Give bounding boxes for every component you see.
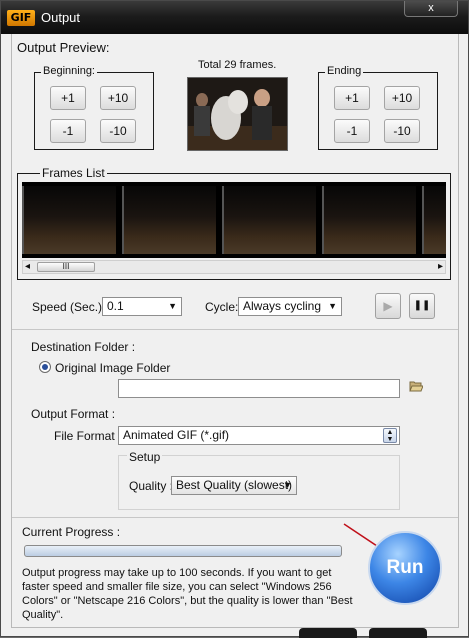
frame-thumbnail[interactable] — [122, 186, 216, 254]
quality-select[interactable]: Best Quality (slowest) ▼ — [171, 476, 297, 495]
pause-icon: ❚❚ — [413, 300, 431, 311]
output-window: GIF Output x Output Preview: Beginning: … — [0, 0, 469, 638]
play-icon: ▶ — [383, 299, 393, 313]
output-preview-heading: Output Preview: — [17, 40, 110, 55]
folder-icon-graphic — [409, 381, 424, 392]
destination-heading: Destination Folder : — [31, 340, 136, 354]
beginning-minus10-button[interactable]: -10 — [100, 119, 136, 143]
preview-image — [187, 77, 288, 151]
beginning-group: Beginning: +1 +10 -1 -10 — [34, 65, 154, 150]
main-panel: Output Preview: Beginning: +1 +10 -1 -10… — [11, 34, 459, 628]
pause-button[interactable]: ❚❚ — [409, 293, 435, 319]
original-folder-label[interactable]: Original Image Folder — [55, 361, 170, 375]
folder-open-icon[interactable] — [409, 379, 424, 393]
window-title: Output — [41, 10, 81, 25]
run-button[interactable]: Run — [368, 531, 442, 605]
cycle-value: Always cycling — [243, 299, 322, 313]
frames-strip[interactable] — [22, 182, 446, 258]
speed-value: 0.1 — [107, 299, 124, 313]
output-format-heading: Output Format : — [31, 407, 116, 421]
play-button[interactable]: ▶ — [375, 293, 401, 319]
gif-logo-icon: GIF — [7, 10, 35, 26]
ending-plus10-button[interactable]: +10 — [384, 86, 420, 110]
frame-thumbnail[interactable] — [22, 186, 116, 254]
current-progress-heading: Current Progress : — [22, 525, 121, 539]
file-format-value: Animated GIF (*.gif) — [123, 428, 230, 442]
scroll-right-icon[interactable]: ▸ — [438, 261, 443, 272]
scroll-left-icon[interactable]: ◂ — [25, 261, 30, 272]
ending-plus1-button[interactable]: +1 — [334, 86, 370, 110]
speed-label: Speed (Sec.): — [32, 300, 106, 314]
chevron-down-icon: ▼ — [328, 301, 337, 311]
divider — [12, 517, 458, 518]
ending-legend: Ending — [325, 65, 364, 77]
frame-thumbnail[interactable] — [322, 186, 416, 254]
preview-scene — [188, 78, 287, 150]
progress-bar — [24, 545, 342, 557]
spin-arrows-icon[interactable]: ▲ ▼ — [383, 428, 397, 443]
frame-thumbnail[interactable] — [222, 186, 316, 254]
speed-select[interactable]: 0.1 ▼ — [102, 297, 182, 316]
quality-value: Best Quality (slowest) — [176, 478, 293, 492]
file-format-label: File Format — [54, 429, 115, 443]
frames-scrollbar[interactable]: ◂ III ▸ — [22, 260, 446, 274]
divider — [12, 329, 458, 330]
cycle-label: Cycle: — [205, 300, 239, 314]
ending-group: Ending +1 +10 -1 -10 — [318, 65, 438, 150]
beginning-minus1-button[interactable]: -1 — [50, 119, 86, 143]
ending-minus1-button[interactable]: -1 — [334, 119, 370, 143]
close-button[interactable]: x — [404, 1, 458, 17]
setup-group: Setup Quality : Best Quality (slowest) ▼ — [118, 450, 400, 510]
beginning-legend: Beginning: — [41, 65, 97, 77]
file-format-select[interactable]: Animated GIF (*.gif) ▲ ▼ — [118, 426, 400, 445]
frames-list-group: Frames List ◂ III ▸ — [17, 166, 451, 280]
destination-path-input[interactable] — [118, 379, 400, 398]
cycle-select[interactable]: Always cycling ▼ — [238, 297, 342, 316]
chevron-down-icon: ▼ — [168, 301, 177, 311]
quality-label: Quality : — [129, 479, 174, 493]
scroll-thumb[interactable]: III — [37, 262, 95, 272]
ending-minus10-button[interactable]: -10 — [384, 119, 420, 143]
progress-note: Output progress may take up to 100 secon… — [22, 567, 353, 621]
title-bar[interactable]: GIF Output x — [1, 1, 468, 34]
total-frames-label: Total 29 frames. — [198, 59, 277, 71]
beginning-plus10-button[interactable]: +10 — [100, 86, 136, 110]
setup-heading: Setup — [127, 450, 163, 464]
chevron-down-icon: ▼ — [283, 480, 292, 490]
frame-thumbnail[interactable] — [422, 186, 446, 254]
frames-list-heading: Frames List — [40, 166, 107, 180]
original-folder-radio[interactable] — [39, 361, 51, 373]
beginning-plus1-button[interactable]: +1 — [50, 86, 86, 110]
